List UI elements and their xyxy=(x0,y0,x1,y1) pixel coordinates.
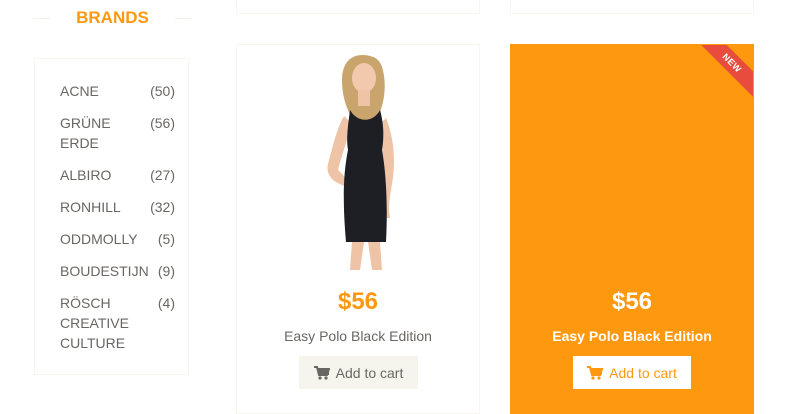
add-to-cart-button[interactable]: Add to cart xyxy=(573,356,691,389)
product-name: Easy Polo Black Edition xyxy=(284,328,432,344)
brand-name: RÖSCH CREATIVE CULTURE xyxy=(60,295,129,351)
product-card: $56 Easy Polo Black Edition Add to cart xyxy=(236,44,480,414)
shopping-cart-icon xyxy=(313,365,330,380)
new-badge: NEW xyxy=(693,45,753,102)
shopping-cart-icon xyxy=(587,365,604,380)
brand-name: RONHILL xyxy=(60,199,121,215)
brand-name: ACNE xyxy=(60,83,99,99)
brand-name: GRÜNE ERDE xyxy=(60,115,111,151)
brand-count: (4) xyxy=(157,295,175,311)
brand-count: (50) xyxy=(150,83,175,99)
product-name: Easy Polo Black Edition xyxy=(552,328,712,344)
product-price: $56 xyxy=(611,288,653,315)
add-to-cart-button[interactable]: Add to cart xyxy=(299,356,418,389)
product-image xyxy=(238,46,478,270)
product-card-highlighted: NEW $56 Easy Polo Black Edition Add to c… xyxy=(510,44,754,414)
brand-count: (56) xyxy=(150,115,175,131)
product-card-partial xyxy=(236,0,480,14)
brand-count: (32) xyxy=(150,199,175,215)
brand-name: ALBIRO xyxy=(60,167,112,183)
product-price: $56 xyxy=(337,288,379,315)
brand-count: (27) xyxy=(150,167,175,183)
product-card-partial xyxy=(510,0,754,14)
add-to-cart-label: Add to cart xyxy=(609,364,677,381)
brand-name: BOUDESTIJN xyxy=(60,263,149,279)
brands-header: BRANDS xyxy=(34,8,191,28)
brands-panel: ACNE (50) GRÜNE ERDE (56) ALBIRO (27) RO… xyxy=(34,58,189,375)
brand-name: ODDMOLLY xyxy=(60,231,138,247)
add-to-cart-label: Add to cart xyxy=(335,364,404,381)
brand-count: (9) xyxy=(157,263,175,279)
brand-count: (5) xyxy=(157,231,175,247)
brands-title: BRANDS xyxy=(76,8,149,27)
dress-model-image xyxy=(327,55,394,270)
